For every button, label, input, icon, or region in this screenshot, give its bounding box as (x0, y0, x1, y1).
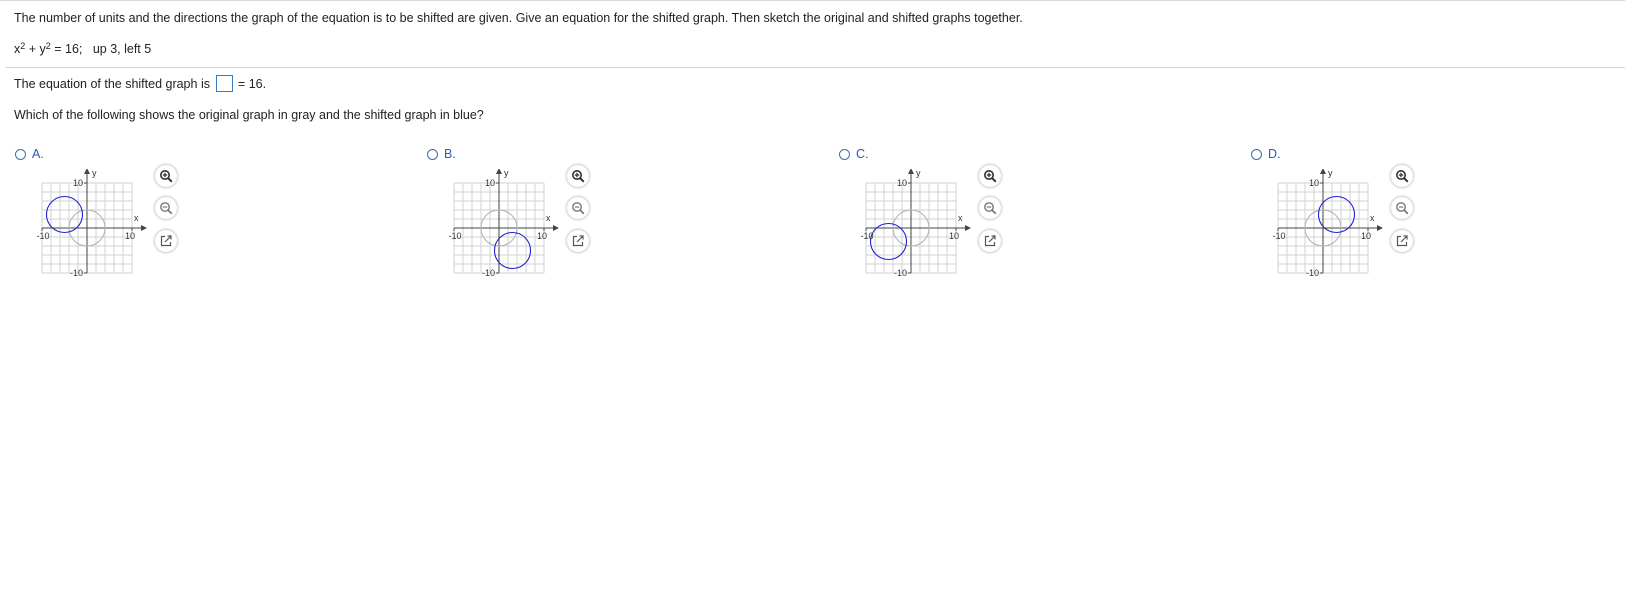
choice-c-zoom-in-button[interactable] (979, 165, 1001, 187)
y-axis-arrow (908, 169, 914, 174)
choice-b-radio[interactable] (427, 148, 438, 160)
x-axis-label: x (134, 213, 139, 223)
zoom-out-icon (572, 202, 585, 215)
x-min-label: -10 (1273, 231, 1286, 241)
zoom-in-icon (572, 170, 585, 183)
shifted-circle (45, 195, 84, 234)
plus-sign: + (25, 42, 40, 56)
answer-input-box[interactable] (216, 75, 234, 92)
x-axis-label: x (546, 213, 551, 223)
y-min-label: -10 (894, 268, 907, 278)
choice-c-radio[interactable] (839, 148, 850, 160)
answer-line: The equation of the shifted graph is = 1… (14, 75, 266, 92)
shifted-circle (493, 231, 532, 270)
choice-a-zoom-in-button[interactable] (155, 165, 177, 187)
choice-a: A. y x 10 -10 -10 10 (15, 147, 245, 287)
y-axis-label: y (1328, 169, 1333, 178)
shift-description: up 3, left 5 (92, 42, 152, 56)
choice-a-popout-button[interactable] (155, 230, 177, 252)
choice-d-zoom-in-button[interactable] (1391, 165, 1413, 187)
choice-b-selector[interactable]: B. (427, 147, 456, 161)
y-axis-arrow (1320, 169, 1326, 174)
y-max-label: 10 (1309, 178, 1319, 188)
choice-d-graph: y x 10 -10 -10 10 (1273, 169, 1383, 278)
x-axis-label: x (1370, 213, 1375, 223)
choice-b-popout-button[interactable] (567, 230, 589, 252)
y-min-label: -10 (70, 268, 83, 278)
y-axis-label: y (504, 169, 509, 178)
choice-d-popout-button[interactable] (1391, 230, 1413, 252)
choice-c: C. y x 10 -10 -10 10 (839, 147, 1069, 287)
y-axis-label: y (92, 169, 97, 178)
zoom-out-icon (160, 202, 173, 215)
y-axis-label: y (916, 169, 921, 178)
given-equation: x2 + y2 = 16; up 3, left 5 (14, 42, 152, 57)
y-axis-arrow (84, 169, 90, 174)
graph-question: Which of the following shows the origina… (14, 108, 484, 122)
choice-b-zoom-out-button[interactable] (567, 197, 589, 219)
x-max-label: 10 (125, 231, 135, 241)
popout-icon (1396, 235, 1408, 247)
shifted-circle (869, 222, 908, 261)
question-prompt: The number of units and the directions t… (14, 11, 1023, 25)
choice-a-selector[interactable]: A. (15, 147, 44, 161)
x-max-label: 10 (949, 231, 959, 241)
section-divider (6, 67, 1625, 68)
choice-d: D. y x 10 -10 -10 10 (1251, 147, 1481, 287)
choice-c-letter: C. (856, 147, 869, 161)
choice-c-zoom-out-button[interactable] (979, 197, 1001, 219)
choice-a-zoom-out-button[interactable] (155, 197, 177, 219)
x-max-label: 10 (1361, 231, 1371, 241)
choice-a-radio[interactable] (15, 148, 26, 160)
top-divider (0, 0, 1625, 1)
y-min-label: -10 (1306, 268, 1319, 278)
zoom-in-icon (160, 170, 173, 183)
y-max-label: 10 (73, 178, 83, 188)
x-axis-arrow (141, 225, 147, 231)
zoom-out-icon (1396, 202, 1409, 215)
zoom-in-icon (984, 170, 997, 183)
choice-d-letter: D. (1268, 147, 1281, 161)
choice-a-graph: y x 10 -10 -10 10 (37, 169, 147, 278)
choice-d-zoom-out-button[interactable] (1391, 197, 1413, 219)
choice-b-graph: y x 10 -10 -10 10 (449, 169, 559, 278)
y-axis-arrow (496, 169, 502, 174)
choice-a-letter: A. (32, 147, 44, 161)
x-axis-arrow (965, 225, 971, 231)
x-axis-arrow (553, 225, 559, 231)
choice-b-letter: B. (444, 147, 456, 161)
choice-c-popout-button[interactable] (979, 230, 1001, 252)
zoom-out-icon (984, 202, 997, 215)
y-max-label: 10 (485, 178, 495, 188)
choice-c-graph: y x 10 -10 -10 10 (861, 169, 971, 278)
choice-b-zoom-in-button[interactable] (567, 165, 589, 187)
zoom-in-icon (1396, 170, 1409, 183)
x-min-label: -10 (861, 231, 874, 241)
x-axis-label: x (958, 213, 963, 223)
choice-d-radio[interactable] (1251, 148, 1262, 160)
answer-prefix: The equation of the shifted graph is (14, 77, 214, 91)
equation-rhs: = 16; (50, 42, 83, 56)
answer-suffix: = 16. (234, 77, 267, 91)
y-min-label: -10 (482, 268, 495, 278)
x-axis-arrow (1377, 225, 1383, 231)
popout-icon (572, 235, 584, 247)
choice-c-selector[interactable]: C. (839, 147, 869, 161)
choice-d-selector[interactable]: D. (1251, 147, 1281, 161)
popout-icon (984, 235, 996, 247)
x-max-label: 10 (537, 231, 547, 241)
x-min-label: -10 (449, 231, 462, 241)
choice-b: B. y x 10 -10 -10 10 (427, 147, 657, 287)
shifted-circle (1317, 195, 1356, 234)
x-min-label: -10 (37, 231, 50, 241)
popout-icon (160, 235, 172, 247)
y-max-label: 10 (897, 178, 907, 188)
